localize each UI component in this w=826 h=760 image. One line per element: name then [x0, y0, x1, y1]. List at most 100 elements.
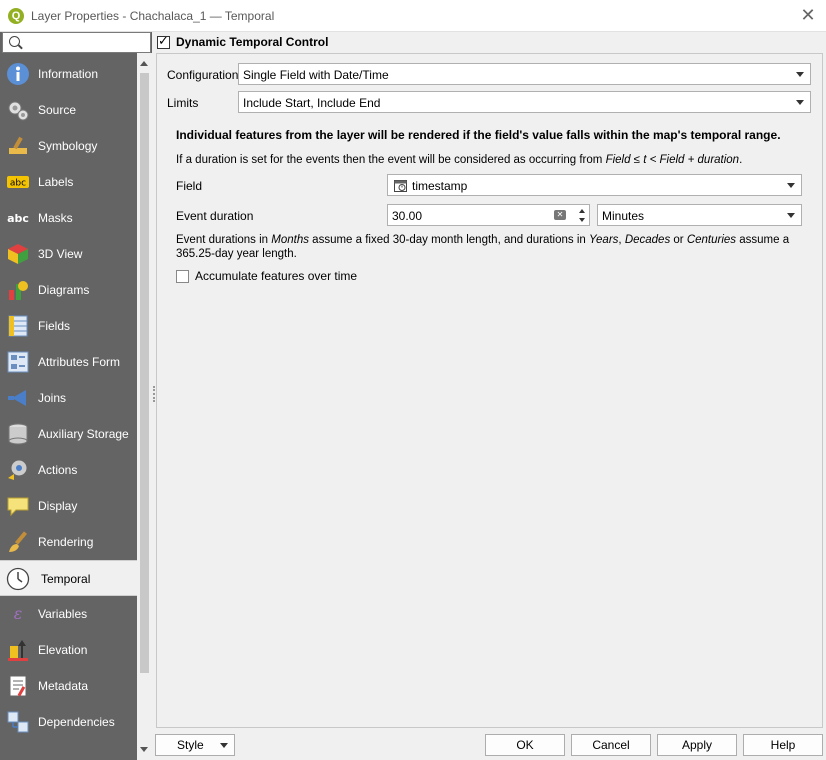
information-icon	[7, 63, 29, 85]
ok-button[interactable]: OK	[485, 734, 565, 756]
sidebar-item-label: Temporal	[41, 572, 91, 586]
field-value: timestamp	[412, 179, 468, 193]
sidebar-item-label: Source	[38, 103, 77, 117]
sidebar: Information Source Symbology abc Labels …	[0, 32, 152, 760]
datetime-field-icon	[394, 180, 407, 192]
duration-info-formula: Field ≤ t < Field + duration	[605, 154, 740, 166]
apply-button[interactable]: Apply	[657, 734, 737, 756]
sidebar-item-label: Auxiliary Storage	[38, 427, 129, 441]
sidebar-item-display[interactable]: Display	[0, 488, 137, 524]
duration-unit-select[interactable]: Minutes	[597, 204, 802, 226]
note-text: Event durations in	[176, 234, 272, 246]
note-text: assume a fixed 30-day month length, and …	[308, 234, 589, 246]
title-bar: Q Layer Properties - Chachalaca_1 — Temp…	[0, 0, 826, 32]
sidebar-item-symbology[interactable]: Symbology	[0, 128, 137, 164]
note-text: or	[670, 234, 687, 246]
sidebar-item-label: Symbology	[38, 139, 98, 153]
metadata-icon	[9, 675, 27, 697]
cancel-button[interactable]: Cancel	[571, 734, 651, 756]
sidebar-item-label: Display	[38, 499, 78, 513]
rendering-icon	[9, 531, 28, 552]
sidebar-item-joins[interactable]: Joins	[0, 380, 137, 416]
joins-icon	[8, 390, 26, 406]
splitter-handle[interactable]	[153, 386, 155, 402]
event-duration-label: Event duration	[176, 209, 254, 223]
duration-note: Event durations in Months assume a fixed…	[176, 233, 806, 261]
duration-info-suffix: .	[739, 154, 743, 166]
scrollbar-thumb[interactable]	[140, 73, 149, 673]
accumulate-features-label: Accumulate features over time	[195, 269, 358, 283]
chevron-down-icon	[220, 743, 228, 748]
elevation-icon	[8, 640, 28, 661]
sidebar-item-variables[interactable]: ε Variables	[0, 596, 137, 632]
sidebar-item-label: Masks	[38, 211, 73, 225]
sidebar-item-label: Rendering	[38, 535, 94, 549]
sidebar-item-label: Information	[38, 67, 99, 81]
note-centuries: Centuries	[686, 234, 737, 246]
sidebar-item-actions[interactable]: Actions	[0, 452, 137, 488]
sidebar-item-dependencies[interactable]: Dependencies	[0, 704, 137, 740]
search-input[interactable]	[25, 34, 145, 51]
search-box[interactable]	[2, 32, 151, 53]
dependencies-icon	[7, 711, 29, 733]
chevron-down-icon	[796, 100, 804, 105]
duration-info-prefix: If a duration is set for the events then…	[176, 154, 606, 166]
sidebar-item-label: Joins	[38, 391, 67, 405]
svg-text:abc: abc	[10, 179, 26, 189]
diagrams-icon	[9, 281, 28, 300]
field-select[interactable]: timestamp	[387, 174, 802, 196]
scroll-down-arrow-icon[interactable]	[140, 747, 148, 752]
actions-icon	[8, 459, 28, 480]
sidebar-item-labels[interactable]: abc Labels	[0, 164, 137, 200]
sidebar-item-label: Labels	[38, 175, 74, 189]
fields-icon	[8, 315, 28, 337]
configuration-label: Configuration	[167, 68, 239, 82]
clear-icon[interactable]: ✕	[554, 210, 566, 220]
limits-value: Include Start, Include End	[243, 96, 381, 110]
sidebar-item-masks[interactable]: abc Masks	[0, 200, 137, 236]
source-icon	[8, 101, 29, 121]
dynamic-temporal-control-row[interactable]: Dynamic Temporal Control	[157, 32, 328, 52]
spin-down-icon[interactable]	[579, 218, 585, 222]
qgis-icon: Q	[8, 8, 24, 24]
sidebar-item-attributes-form[interactable]: Attributes Form	[0, 344, 137, 380]
scroll-up-arrow-icon[interactable]	[140, 61, 148, 66]
temporal-icon	[6, 567, 30, 591]
sidebar-item-label: Elevation	[38, 643, 88, 657]
spin-up-icon[interactable]	[579, 209, 585, 213]
sidebar-item-information[interactable]: Information	[0, 56, 137, 92]
auxiliary-storage-icon	[8, 423, 28, 445]
sidebar-item-diagrams[interactable]: Diagrams	[0, 272, 137, 308]
note-months: Months	[271, 234, 309, 246]
sidebar-item-fields[interactable]: Fields	[0, 308, 137, 344]
sidebar-item-elevation[interactable]: Elevation	[0, 632, 137, 668]
dynamic-temporal-control-label: Dynamic Temporal Control	[176, 35, 329, 49]
variables-icon: ε	[14, 604, 23, 623]
accumulate-features-checkbox[interactable]	[176, 269, 189, 283]
sidebar-item-label: Fields	[38, 319, 71, 333]
help-button[interactable]: Help	[743, 734, 823, 756]
limits-select[interactable]: Include Start, Include End	[238, 91, 811, 113]
sidebar-item-source[interactable]: Source	[0, 92, 137, 128]
duration-info: If a duration is set for the events then…	[176, 154, 742, 166]
sidebar-item-auxiliary-storage[interactable]: Auxiliary Storage	[0, 416, 137, 452]
masks-icon: abc	[7, 212, 29, 225]
sidebar-scrollbar[interactable]	[137, 53, 152, 760]
chevron-down-icon	[796, 72, 804, 77]
chevron-down-icon	[787, 183, 795, 188]
svg-text:ε: ε	[14, 604, 23, 623]
sidebar-item-temporal[interactable]: Temporal	[0, 560, 137, 596]
sidebar-item-rendering[interactable]: Rendering	[0, 524, 137, 560]
sidebar-item-metadata[interactable]: Metadata	[0, 668, 137, 704]
configuration-select[interactable]: Single Field with Date/Time	[238, 63, 811, 85]
note-decades: Decades	[624, 234, 671, 246]
accumulate-features-row[interactable]: Accumulate features over time	[176, 269, 357, 283]
sidebar-nav: Information Source Symbology abc Labels …	[0, 56, 137, 740]
style-button-label: Style	[177, 738, 204, 752]
sidebar-item-3d-view[interactable]: 3D View	[0, 236, 137, 272]
close-icon[interactable]: ✕	[796, 4, 820, 28]
dynamic-temporal-control-checkbox[interactable]	[157, 34, 170, 49]
event-duration-spinbox[interactable]: 30.00 ✕	[387, 204, 590, 226]
field-label: Field	[176, 179, 203, 193]
style-button[interactable]: Style	[155, 734, 235, 756]
